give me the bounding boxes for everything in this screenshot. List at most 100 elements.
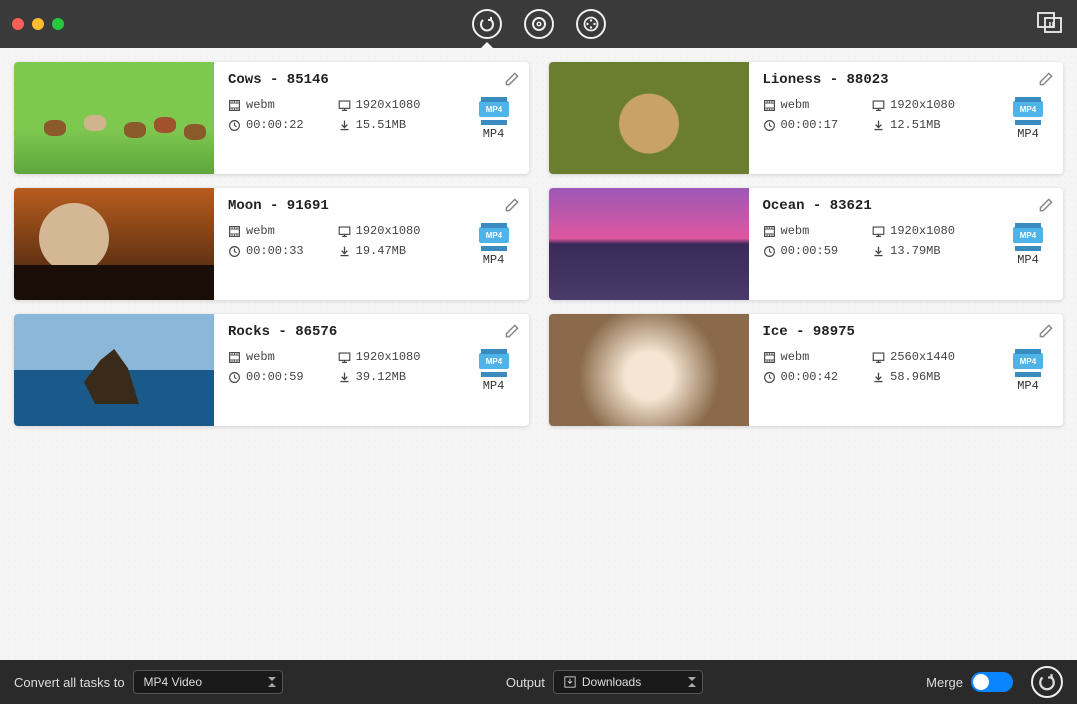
convert-format-select[interactable]: MP4 Video: [133, 670, 283, 694]
close-window-button[interactable]: [12, 18, 24, 30]
clock-icon: [763, 119, 776, 132]
pencil-icon: [1037, 70, 1055, 88]
monitor-icon: [338, 225, 351, 238]
tab-download[interactable]: [524, 9, 554, 39]
video-thumbnail: [549, 314, 749, 426]
tab-convert[interactable]: [472, 9, 502, 39]
mp4-badge-icon: [1011, 347, 1045, 377]
download-icon: [338, 371, 351, 384]
task-info: Lioness - 88023 webm 1920x1080 00:00:17 …: [749, 62, 1002, 174]
resolution: 1920x1080: [338, 98, 453, 112]
resolution: 1920x1080: [338, 224, 453, 238]
film-icon: [763, 225, 776, 238]
edit-task-button[interactable]: [503, 70, 521, 88]
pencil-icon: [503, 70, 521, 88]
source-format: webm: [763, 350, 871, 364]
monitor-icon: [338, 99, 351, 112]
monitor-icon: [872, 99, 885, 112]
download-icon: [338, 119, 351, 132]
duration: 00:00:17: [763, 118, 871, 132]
output-format-label: MP4: [483, 127, 505, 141]
output-format-label: MP4: [1017, 127, 1039, 141]
task-title: Ice - 98975: [763, 324, 988, 340]
pencil-icon: [503, 322, 521, 340]
mp4-badge-icon: [477, 95, 511, 125]
task-title: Lioness - 88023: [763, 72, 988, 88]
pencil-icon: [503, 196, 521, 214]
duration: 00:00:59: [228, 370, 336, 384]
film-icon: [228, 225, 241, 238]
duration: 00:00:59: [763, 244, 871, 258]
task-title: Rocks - 86576: [228, 324, 453, 340]
task-card[interactable]: Cows - 85146 webm 1920x1080 00:00:22 15.…: [14, 62, 529, 174]
film-icon: [228, 351, 241, 364]
source-format: webm: [763, 98, 871, 112]
clock-icon: [763, 371, 776, 384]
edit-task-button[interactable]: [1037, 322, 1055, 340]
toolbar-tabs: [472, 9, 606, 39]
video-thumbnail: [14, 62, 214, 174]
output-format-label: MP4: [1017, 253, 1039, 267]
monitor-icon: [872, 225, 885, 238]
task-card[interactable]: Rocks - 86576 webm 1920x1080 00:00:59 39…: [14, 314, 529, 426]
window-controls: [12, 18, 64, 30]
mp4-badge-icon: [1011, 221, 1045, 251]
task-title: Ocean - 83621: [763, 198, 988, 214]
task-info: Cows - 85146 webm 1920x1080 00:00:22 15.…: [214, 62, 467, 174]
start-conversion-button[interactable]: [1031, 666, 1063, 698]
pencil-icon: [1037, 196, 1055, 214]
file-size: 39.12MB: [338, 370, 453, 384]
resolution: 1920x1080: [872, 98, 987, 112]
file-size: 19.47MB: [338, 244, 453, 258]
video-thumbnail: [14, 188, 214, 300]
source-format: webm: [228, 98, 336, 112]
source-format: webm: [228, 224, 336, 238]
clock-icon: [228, 371, 241, 384]
file-size: 12.51MB: [872, 118, 987, 132]
clock-icon: [228, 119, 241, 132]
file-size: 13.79MB: [872, 244, 987, 258]
mp4-badge-icon: [477, 347, 511, 377]
output-label: Output: [506, 675, 545, 690]
film-icon: [228, 99, 241, 112]
film-icon: [763, 99, 776, 112]
edit-task-button[interactable]: [503, 322, 521, 340]
video-thumbnail: [549, 188, 749, 300]
clock-icon: [763, 245, 776, 258]
media-library-button[interactable]: [1037, 9, 1063, 40]
titlebar: [0, 0, 1077, 48]
maximize-window-button[interactable]: [52, 18, 64, 30]
task-list: Cows - 85146 webm 1920x1080 00:00:22 15.…: [0, 48, 1077, 440]
footer-bar: Convert all tasks to MP4 Video Output Do…: [0, 660, 1077, 704]
task-card[interactable]: Moon - 91691 webm 1920x1080 00:00:33 19.…: [14, 188, 529, 300]
clock-icon: [228, 245, 241, 258]
merge-toggle[interactable]: [971, 672, 1013, 692]
video-thumbnail: [549, 62, 749, 174]
task-card[interactable]: Ocean - 83621 webm 1920x1080 00:00:59 13…: [549, 188, 1064, 300]
minimize-window-button[interactable]: [32, 18, 44, 30]
task-title: Moon - 91691: [228, 198, 453, 214]
output-format-label: MP4: [483, 379, 505, 393]
task-card[interactable]: Lioness - 88023 webm 1920x1080 00:00:17 …: [549, 62, 1064, 174]
output-format-label: MP4: [483, 253, 505, 267]
download-icon: [872, 119, 885, 132]
source-format: webm: [763, 224, 871, 238]
resolution: 2560x1440: [872, 350, 987, 364]
edit-task-button[interactable]: [1037, 196, 1055, 214]
task-info: Ocean - 83621 webm 1920x1080 00:00:59 13…: [749, 188, 1002, 300]
task-info: Moon - 91691 webm 1920x1080 00:00:33 19.…: [214, 188, 467, 300]
film-icon: [763, 351, 776, 364]
download-icon: [872, 371, 885, 384]
tab-burn[interactable]: [576, 9, 606, 39]
output-folder-select[interactable]: Downloads: [553, 670, 703, 694]
download-icon: [338, 245, 351, 258]
edit-task-button[interactable]: [503, 196, 521, 214]
task-title: Cows - 85146: [228, 72, 453, 88]
pencil-icon: [1037, 322, 1055, 340]
edit-task-button[interactable]: [1037, 70, 1055, 88]
task-info: Rocks - 86576 webm 1920x1080 00:00:59 39…: [214, 314, 467, 426]
merge-label: Merge: [926, 675, 963, 690]
task-card[interactable]: Ice - 98975 webm 2560x1440 00:00:42 58.9…: [549, 314, 1064, 426]
duration: 00:00:42: [763, 370, 871, 384]
output-format-label: MP4: [1017, 379, 1039, 393]
